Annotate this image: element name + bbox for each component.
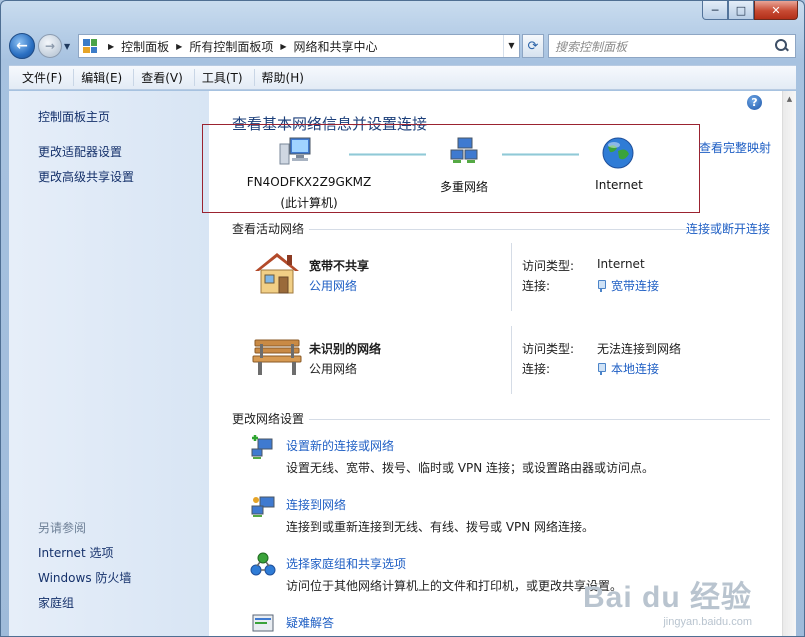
network-2-type: 公用网络 bbox=[309, 362, 358, 376]
refresh-icon: ⟳ bbox=[527, 38, 539, 54]
connect-disconnect-link[interactable]: 连接或断开连接 bbox=[686, 220, 770, 237]
connection-line-2 bbox=[502, 153, 579, 156]
change-settings-title: 更改网络设置 bbox=[232, 412, 305, 426]
computer-sub-label: (此计算机) bbox=[280, 196, 338, 210]
network-1-divider bbox=[511, 243, 512, 311]
maximize-button[interactable]: □ bbox=[728, 1, 754, 20]
task-connect-network-link[interactable]: 连接到网络 bbox=[286, 496, 346, 513]
connect-to-network-icon bbox=[250, 493, 276, 519]
menu-bar: 文件(F) 编辑(E) 查看(V) 工具(T) 帮助(H) bbox=[9, 65, 796, 90]
search-box[interactable]: 搜索控制面板 bbox=[548, 34, 796, 58]
network-1-access-label: 访问类型: bbox=[522, 259, 575, 273]
network-2-connection-label: 连接: bbox=[522, 362, 551, 376]
network-2-access-label: 访问类型: bbox=[522, 342, 575, 356]
menu-help[interactable]: 帮助(H) bbox=[253, 69, 311, 86]
task-new-connection-desc: 设置无线、宽带、拨号、临时或 VPN 连接；或设置路由器或访问点。 bbox=[286, 461, 655, 475]
menu-file[interactable]: 文件(F) bbox=[15, 69, 69, 86]
forward-button[interactable]: → bbox=[38, 34, 62, 58]
view-full-map-link[interactable]: 查看完整映射 bbox=[699, 139, 771, 156]
network-1-name: 宽带不共享 bbox=[309, 259, 370, 273]
breadcrumb-arrow-icon[interactable]: ▶ bbox=[176, 42, 182, 51]
sidebar: 控制面板主页 更改适配器设置 更改高级共享设置 另请参阅 Internet 选项… bbox=[9, 91, 209, 636]
breadcrumb-arrow-icon[interactable]: ▶ bbox=[108, 42, 114, 51]
back-button[interactable]: ← bbox=[9, 33, 35, 59]
forward-arrow-icon: → bbox=[44, 39, 56, 53]
caption-buttons: ─ □ ✕ bbox=[702, 1, 798, 20]
sidebar-link-internet-options[interactable]: Internet 选项 bbox=[38, 544, 113, 561]
network-1-access-value: Internet bbox=[597, 257, 645, 271]
breadcrumb-control-panel[interactable]: 控制面板 bbox=[121, 38, 169, 55]
active-networks-title: 查看活动网络 bbox=[232, 222, 305, 236]
menu-tools[interactable]: 工具(T) bbox=[193, 69, 250, 86]
breadcrumb-all-items[interactable]: 所有控制面板项 bbox=[189, 38, 273, 55]
computer-name: FN4ODFKX2Z9GKMZ bbox=[246, 175, 372, 189]
sidebar-link-advanced-sharing[interactable]: 更改高级共享设置 bbox=[38, 168, 134, 185]
multiple-networks-icon bbox=[449, 136, 479, 169]
breadcrumb-network-center[interactable]: 网络和共享中心 bbox=[294, 38, 378, 55]
network-1-type-link[interactable]: 公用网络 bbox=[309, 277, 357, 294]
network-1-connection-label: 连接: bbox=[522, 279, 551, 293]
home-network-icon bbox=[251, 249, 303, 297]
address-dropdown-icon[interactable]: ▼ bbox=[503, 35, 519, 57]
chevron-down-icon: ▼ bbox=[64, 41, 71, 51]
multiple-networks-label: 多重网络 bbox=[439, 180, 488, 194]
network-2-divider bbox=[511, 326, 512, 394]
connection-plug-icon bbox=[597, 279, 606, 292]
public-bench-icon bbox=[251, 334, 303, 378]
network-2-access-value: 无法连接到网络 bbox=[597, 342, 682, 356]
address-row: ← → ▼ ▶ 控制面板 ▶ 所有控制面板项 ▶ 网络和共享中心 ▼ ⟳ 搜索控… bbox=[9, 32, 796, 60]
sidebar-link-homegroup[interactable]: 家庭组 bbox=[38, 594, 74, 611]
back-arrow-icon: ← bbox=[16, 38, 28, 54]
baidu-watermark-logo: Bai du 经验 bbox=[582, 581, 752, 614]
internet-label: Internet bbox=[595, 178, 643, 192]
network-2-name: 未识别的网络 bbox=[309, 342, 382, 356]
close-button[interactable]: ✕ bbox=[754, 1, 798, 20]
homegroup-sharing-icon bbox=[250, 552, 276, 578]
section-divider bbox=[309, 229, 687, 230]
internet-globe-icon bbox=[602, 137, 634, 172]
menu-view[interactable]: 查看(V) bbox=[133, 69, 190, 86]
breadcrumb-arrow-icon[interactable]: ▶ bbox=[280, 42, 286, 51]
refresh-button[interactable]: ⟳ bbox=[522, 34, 544, 58]
see-also-heading: 另请参阅 bbox=[38, 521, 87, 535]
task-new-connection-link[interactable]: 设置新的连接或网络 bbox=[286, 437, 394, 454]
section-divider bbox=[309, 419, 770, 420]
scroll-up-arrow-icon[interactable]: ▲ bbox=[783, 91, 796, 107]
network-1-connection-link[interactable]: 宽带连接 bbox=[611, 277, 659, 294]
sidebar-link-adapter-settings[interactable]: 更改适配器设置 bbox=[38, 143, 122, 160]
minimize-button[interactable]: ─ bbox=[702, 1, 728, 20]
baidu-watermark: Bai du 经验 jingyan.baidu.com bbox=[583, 572, 752, 628]
network-1-connection: 宽带连接 bbox=[597, 277, 659, 294]
recent-pages-dropdown[interactable]: ▼ bbox=[64, 42, 74, 51]
search-icon[interactable] bbox=[775, 39, 789, 53]
task-homegroup-link[interactable]: 选择家庭组和共享选项 bbox=[286, 555, 406, 572]
address-bar[interactable]: ▶ 控制面板 ▶ 所有控制面板项 ▶ 网络和共享中心 ▼ bbox=[78, 34, 520, 58]
help-icon[interactable]: ? bbox=[747, 95, 762, 110]
connection-line-1 bbox=[349, 153, 426, 156]
menu-edit[interactable]: 编辑(E) bbox=[73, 69, 129, 86]
main-panel: ? 查看基本网络信息并设置连接 查看完整映射 FN4ODFKX2Z9GKMZ (… bbox=[202, 91, 782, 636]
task-homegroup-desc: 访问位于其他网络计算机上的文件和打印机，或更改共享设置。 bbox=[286, 579, 623, 593]
baidu-watermark-url: jingyan.baidu.com bbox=[663, 616, 752, 628]
vertical-scrollbar[interactable]: ▲ bbox=[782, 91, 796, 636]
control-panel-icon bbox=[83, 39, 97, 53]
sidebar-link-home[interactable]: 控制面板主页 bbox=[38, 108, 110, 125]
sidebar-link-firewall[interactable]: Windows 防火墙 bbox=[38, 569, 131, 586]
network-2-connection: 本地连接 bbox=[597, 360, 659, 377]
task-connect-network-desc: 连接到或重新连接到无线、有线、拨号或 VPN 网络连接。 bbox=[286, 520, 595, 534]
explorer-window: ─ □ ✕ ← → ▼ ▶ 控制面板 ▶ 所有控制面板项 ▶ 网络和共享中心 ▼… bbox=[0, 0, 805, 637]
connection-plug-icon bbox=[597, 362, 606, 375]
task-troubleshoot-link[interactable]: 疑难解答 bbox=[286, 614, 334, 631]
troubleshoot-icon bbox=[250, 611, 276, 636]
network-2-connection-link[interactable]: 本地连接 bbox=[611, 360, 659, 377]
new-connection-icon bbox=[250, 434, 276, 460]
search-input[interactable]: 搜索控制面板 bbox=[555, 38, 775, 55]
content-area: 控制面板主页 更改适配器设置 更改高级共享设置 另请参阅 Internet 选项… bbox=[9, 91, 796, 636]
